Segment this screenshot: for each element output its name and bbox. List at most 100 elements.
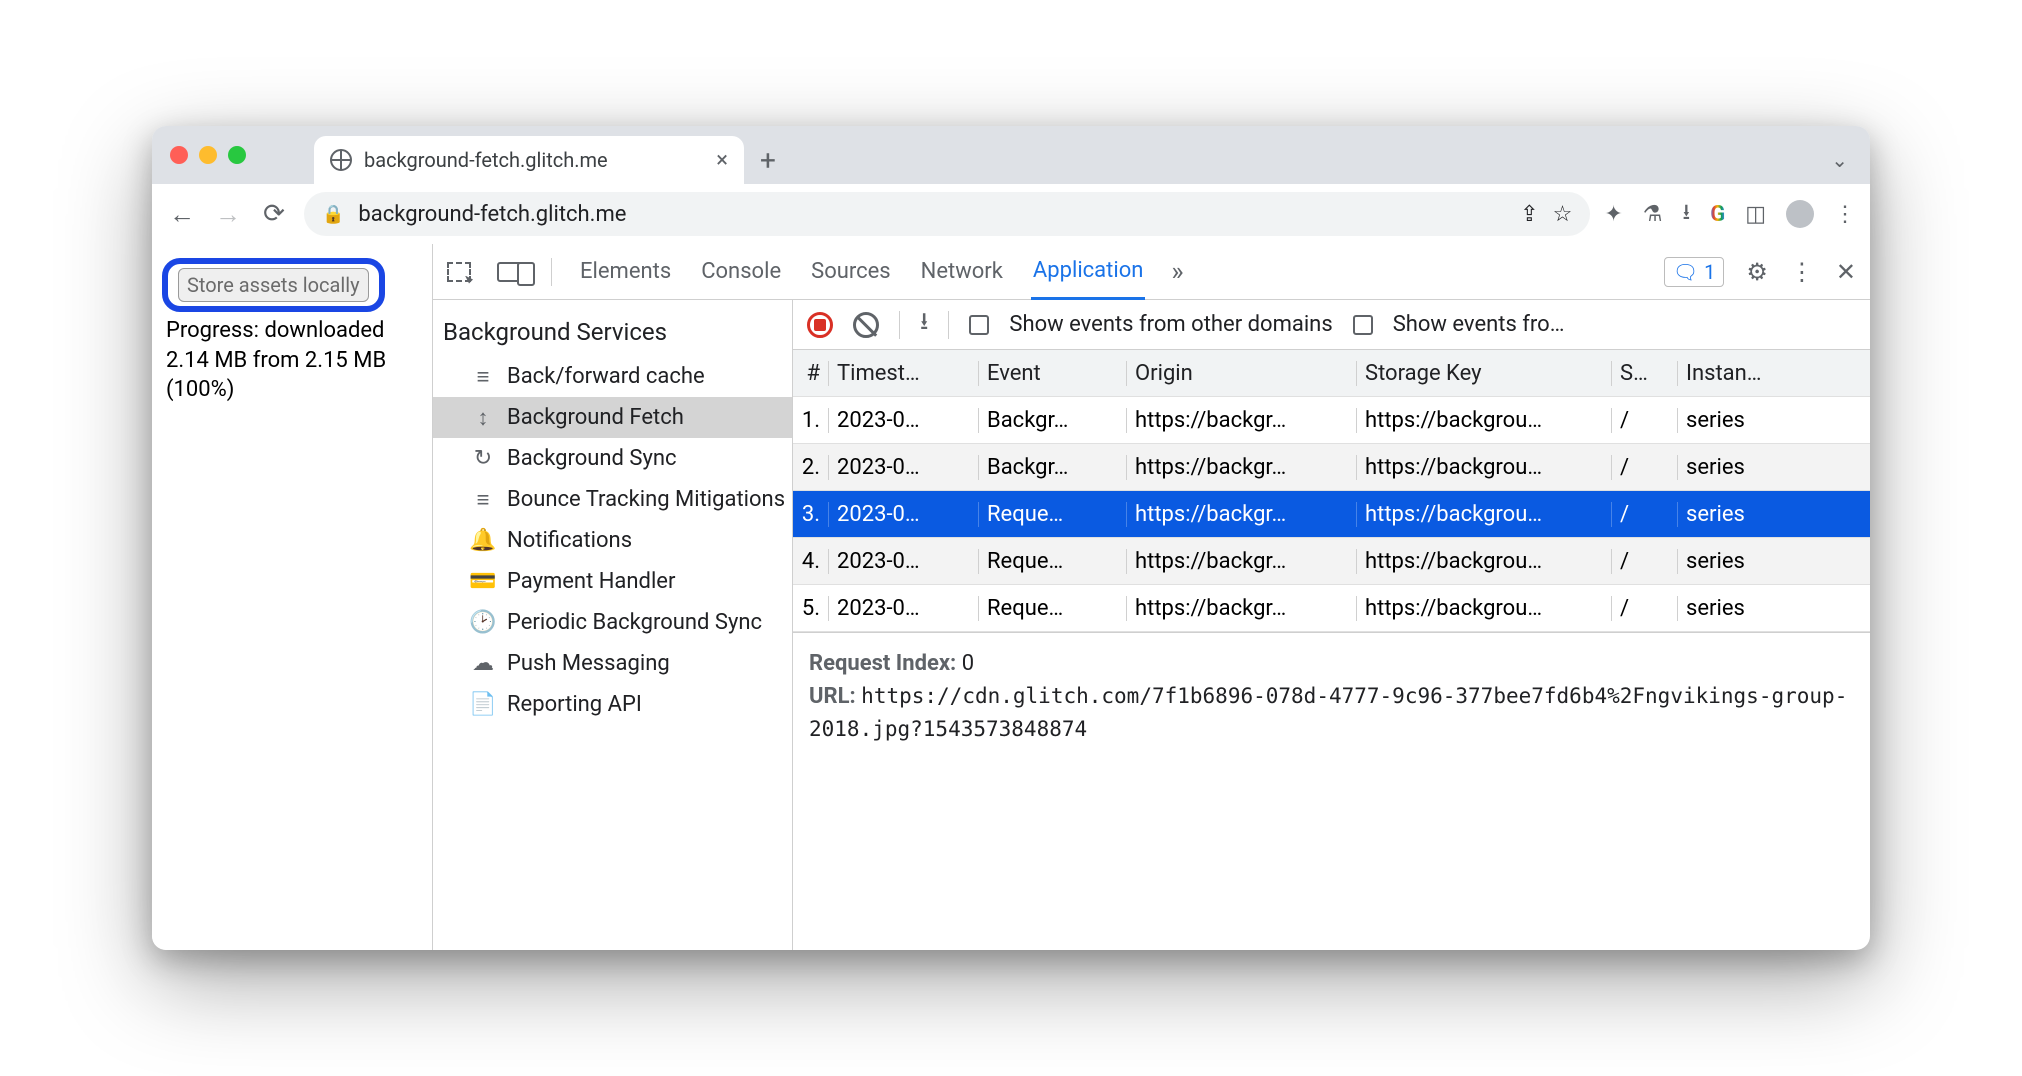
cell: 2023-0… xyxy=(829,408,979,433)
device-toggle-icon[interactable] xyxy=(497,262,525,282)
devtools-tabs: Elements Console Sources Network Applica… xyxy=(433,244,1870,300)
sidebar-item-bounce-tracking-mitigations[interactable]: ≡Bounce Tracking Mitigations xyxy=(433,479,792,520)
downloads-icon[interactable]: ⭳ xyxy=(1683,195,1691,233)
cell: series xyxy=(1678,502,1870,527)
profile-avatar[interactable] xyxy=(1786,200,1814,228)
bookmark-icon[interactable]: ☆ xyxy=(1553,202,1573,227)
sidebar-item-label: Bounce Tracking Mitigations xyxy=(507,487,785,512)
col-instance[interactable]: Instan… xyxy=(1678,361,1870,386)
table-row[interactable]: 1.2023-0…Backgr…https://backgr…https://b… xyxy=(793,397,1870,444)
sidebar-item-label: Notifications xyxy=(507,528,632,553)
maximize-window-button[interactable] xyxy=(228,146,246,164)
google-icon[interactable]: G xyxy=(1710,202,1725,227)
labs-icon[interactable]: ⚗ xyxy=(1643,202,1663,227)
tab-console[interactable]: Console xyxy=(699,245,783,298)
sidebar-item-label: Background Sync xyxy=(507,446,677,471)
url-value: https://cdn.glitch.com/7f1b6896-078d-477… xyxy=(809,684,1847,741)
clear-button[interactable] xyxy=(853,312,879,338)
devtools-body: Background Services ≡Back/forward cache↕… xyxy=(433,300,1870,950)
sidebar-item-label: Payment Handler xyxy=(507,569,675,594)
messages-badge[interactable]: 🗨 1 xyxy=(1664,257,1725,287)
cell: Reque… xyxy=(979,596,1127,621)
col-event[interactable]: Event xyxy=(979,361,1127,386)
tab-elements[interactable]: Elements xyxy=(578,245,673,298)
settings-icon[interactable]: ⚙ xyxy=(1746,258,1768,286)
progress-text: Progress: downloaded 2.14 MB from 2.15 M… xyxy=(160,316,424,405)
sidebar-item-back-forward-cache[interactable]: ≡ Back/forward cache xyxy=(433,356,792,397)
devtools-panel: Elements Console Sources Network Applica… xyxy=(432,244,1870,950)
tab-overflow-button[interactable]: ⌄ xyxy=(1831,148,1848,184)
message-icon: 🗨 xyxy=(1673,260,1698,284)
inspect-icon[interactable] xyxy=(447,262,471,282)
cell: https://backgr… xyxy=(1127,408,1357,433)
new-tab-button[interactable]: + xyxy=(744,136,792,184)
col-scope[interactable]: S… xyxy=(1612,361,1678,386)
browser-window: background-fetch.glitch.me × + ⌄ ← → ⟳ 🔒… xyxy=(152,126,1870,950)
table-row[interactable]: 3.2023-0…Reque…https://backgr…https://ba… xyxy=(793,491,1870,538)
sidebar-item-reporting-api[interactable]: 📄Reporting API xyxy=(433,684,792,725)
sidebar-item-notifications[interactable]: 🔔 Notifications xyxy=(433,520,792,561)
cell: series xyxy=(1678,596,1870,621)
database-icon: ≡ xyxy=(471,365,495,389)
cell: / xyxy=(1612,502,1678,527)
highlight-annotation: Store assets locally xyxy=(162,258,385,312)
table-row[interactable]: 2.2023-0…Backgr…https://backgr…https://b… xyxy=(793,444,1870,491)
url-label: URL: xyxy=(809,684,856,709)
cell: / xyxy=(1612,408,1678,433)
bell-icon: 🔔 xyxy=(471,529,495,553)
address-bar: ← → ⟳ 🔒 background-fetch.glitch.me ⇪ ☆ ✦… xyxy=(152,184,1870,244)
events-action-bar: ⭳ Show events from other domains Show ev… xyxy=(793,300,1870,350)
close-window-button[interactable] xyxy=(170,146,188,164)
cell: Backgr… xyxy=(979,455,1127,480)
cell: series xyxy=(1678,408,1870,433)
col-number[interactable]: # xyxy=(793,361,829,386)
tab-network[interactable]: Network xyxy=(919,245,1005,298)
sidebar-item-label: Background Fetch xyxy=(507,405,684,430)
cloud-icon: ☁ xyxy=(471,652,495,676)
show-events-checkbox-2[interactable] xyxy=(1353,315,1373,335)
sidebar-item-label: Back/forward cache xyxy=(507,364,705,389)
events-table: # Timest… Event Origin Storage Key S… In… xyxy=(793,350,1870,632)
more-tabs-button[interactable]: » xyxy=(1171,257,1183,287)
browser-tab[interactable]: background-fetch.glitch.me × xyxy=(314,136,744,184)
table-row[interactable]: 4.2023-0…Reque…https://backgr…https://ba… xyxy=(793,538,1870,585)
cell: 2. xyxy=(793,455,829,480)
sidebar-item-background-sync[interactable]: ↻Background Sync xyxy=(433,438,792,479)
sidebar-item-push-messaging[interactable]: ☁Push Messaging xyxy=(433,643,792,684)
menu-button[interactable]: ⋮ xyxy=(1834,202,1856,227)
kebab-menu-icon[interactable]: ⋮ xyxy=(1790,258,1814,286)
tab-sources[interactable]: Sources xyxy=(809,245,893,298)
minimize-window-button[interactable] xyxy=(199,146,217,164)
show-other-domains-checkbox[interactable] xyxy=(969,315,989,335)
reload-button[interactable]: ⟳ xyxy=(258,198,290,230)
cell: Reque… xyxy=(979,549,1127,574)
col-timestamp[interactable]: Timest… xyxy=(829,361,979,386)
page-viewport: Store assets locally Progress: downloade… xyxy=(152,244,432,950)
extensions-icon[interactable]: ✦ xyxy=(1604,202,1622,227)
save-events-icon[interactable]: ⭳ xyxy=(920,304,928,345)
sidepanel-icon[interactable]: ◫ xyxy=(1745,202,1766,227)
file-icon: 📄 xyxy=(471,693,495,717)
record-button[interactable] xyxy=(807,312,833,338)
forward-button[interactable]: → xyxy=(212,198,244,230)
close-tab-button[interactable]: × xyxy=(716,148,728,173)
cell: 2023-0… xyxy=(829,455,979,480)
col-storage-key[interactable]: Storage Key xyxy=(1357,361,1612,386)
sidebar-item-background-fetch[interactable]: ↕Background Fetch xyxy=(433,397,792,438)
cell: https://backgrou… xyxy=(1357,502,1612,527)
sidebar-item-payment-handler[interactable]: 💳Payment Handler xyxy=(433,561,792,602)
sidebar-item-periodic-background-sync[interactable]: 🕑Periodic Background Sync xyxy=(433,602,792,643)
store-assets-button[interactable]: Store assets locally xyxy=(178,268,369,302)
cell: 2023-0… xyxy=(829,596,979,621)
tab-application[interactable]: Application xyxy=(1031,244,1145,300)
globe-icon xyxy=(330,149,352,171)
col-origin[interactable]: Origin xyxy=(1127,361,1357,386)
omnibox[interactable]: 🔒 background-fetch.glitch.me ⇪ ☆ xyxy=(304,192,1590,236)
table-row[interactable]: 5.2023-0…Reque…https://backgr…https://ba… xyxy=(793,585,1870,632)
show-other-domains-label: Show events from other domains xyxy=(1009,312,1332,337)
toolbar-icons: ✦ ⚗ ⭳ G ◫ ⋮ xyxy=(1604,195,1856,233)
close-devtools-button[interactable]: ✕ xyxy=(1836,258,1856,286)
share-icon[interactable]: ⇪ xyxy=(1520,202,1538,227)
back-button[interactable]: ← xyxy=(166,198,198,230)
cell: https://backgr… xyxy=(1127,596,1357,621)
